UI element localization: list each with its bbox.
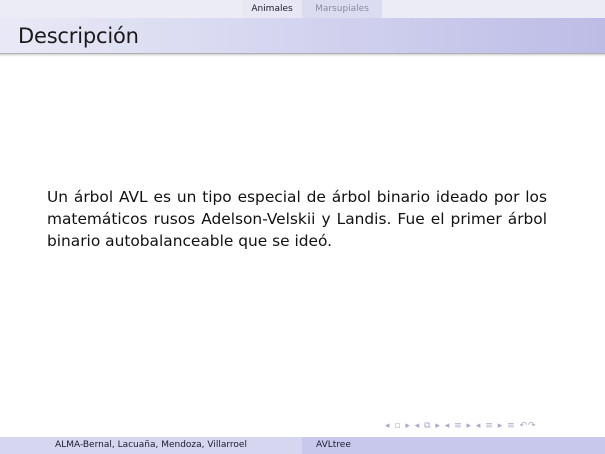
title-shadow xyxy=(0,53,605,57)
beamer-navigation-symbols[interactable]: ◂ ▫ ▸ ◂ ⧉ ▸ ◂ ≡ ▸ ◂ ≡ ▸ ≡ ↶↷ xyxy=(385,421,537,435)
section-navigation-bar: Animales Marsupiales xyxy=(0,0,605,18)
footer-title: AVLtree xyxy=(302,437,605,454)
frame-title: Descripción xyxy=(18,24,139,48)
footer-author: ALMA-Bernal, Lacuaña, Mendoza, Villarroe… xyxy=(0,437,302,454)
frame-title-bar: Descripción xyxy=(0,18,605,53)
footer-title-text: AVLtree xyxy=(316,440,351,450)
frame-body-text: Un árbol AVL es un tipo especial de árbo… xyxy=(47,188,547,250)
nav-section-animales[interactable]: Animales xyxy=(242,0,302,18)
footer-bar: ALMA-Bernal, Lacuaña, Mendoza, Villarroe… xyxy=(0,437,605,454)
nav-section-marsupiales[interactable]: Marsupiales xyxy=(302,0,382,18)
